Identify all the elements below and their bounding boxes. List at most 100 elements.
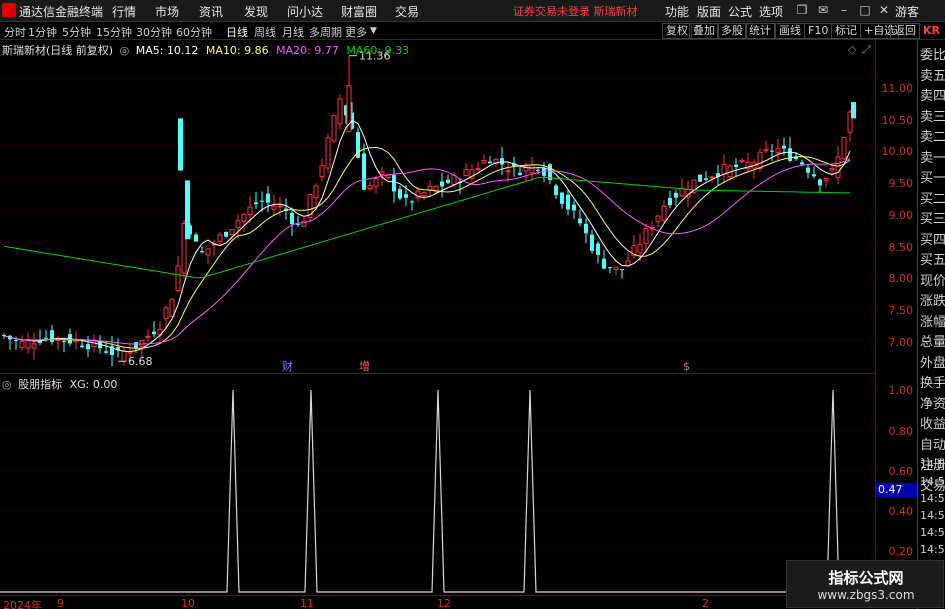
menu-gongshi[interactable]: 公式 xyxy=(728,3,752,20)
candle-body xyxy=(194,234,198,242)
period-1min[interactable]: 1分钟 xyxy=(28,24,57,40)
duogu-button[interactable]: 多股 xyxy=(717,23,747,39)
period-multi[interactable]: 多周期 xyxy=(309,24,342,40)
candle-body xyxy=(331,115,337,142)
sidebar-item[interactable]: 买一 xyxy=(920,167,945,186)
minimize-icon[interactable]: – xyxy=(836,2,852,18)
candle-body xyxy=(62,340,66,342)
candle-body xyxy=(325,137,331,169)
settings-icon[interactable]: ◎ xyxy=(120,44,130,57)
indicator-tick-label: 0.20 xyxy=(888,545,914,558)
sidebar-item[interactable]: 换手 xyxy=(920,372,945,391)
sidebar-item[interactable]: 买二 xyxy=(920,188,945,207)
indicator-tick-label: 1.00 xyxy=(888,384,914,397)
corner-label: KR xyxy=(923,24,940,37)
candle-body xyxy=(734,164,738,168)
menu-gongneng[interactable]: 功能 xyxy=(665,3,689,20)
guest-label[interactable]: 游客 xyxy=(895,3,919,20)
candle-body xyxy=(169,298,175,317)
candle-body xyxy=(145,335,151,338)
current-value-badge: 0.47 xyxy=(876,483,918,497)
back-button[interactable]: 返回 xyxy=(890,23,920,39)
app-logo xyxy=(2,3,16,17)
indicator-tick-label: 0.60 xyxy=(888,465,914,478)
sidebar-item[interactable]: 买四 xyxy=(920,229,945,248)
menu-shichang[interactable]: 市场 xyxy=(155,3,179,20)
ma5-label: MA5: 10.12 xyxy=(135,44,199,57)
candle-body xyxy=(620,269,624,271)
sidebar-item[interactable]: 净资 xyxy=(920,393,945,412)
candle-body xyxy=(427,185,433,191)
candlestick-chart[interactable]: 11.366.68 财增 $ xyxy=(0,40,875,373)
sidebar-item[interactable]: 涨跌 xyxy=(920,290,945,309)
menu-hangqing[interactable]: 行情 xyxy=(112,3,136,20)
period-daily[interactable]: 日线 xyxy=(226,24,248,40)
tick-time: 14:56 xyxy=(920,458,945,471)
period-15min[interactable]: 15分钟 xyxy=(96,24,132,40)
candle-body xyxy=(613,266,619,270)
candle-body xyxy=(373,177,379,187)
candle-body xyxy=(31,343,37,349)
sidebar-item[interactable]: 卖三 xyxy=(920,106,945,125)
window-restore-icon[interactable]: ❐ xyxy=(794,2,810,18)
price-tick-label: 7.50 xyxy=(888,304,914,317)
candle-body xyxy=(655,215,661,223)
diejia-button[interactable]: 叠加 xyxy=(689,23,719,39)
indicator-pane[interactable]: ◎ 股朋指标 XG: 0.00 xyxy=(0,373,875,595)
candle-body xyxy=(277,205,283,208)
sidebar-item[interactable]: 委比 xyxy=(920,44,945,63)
sidebar-item[interactable]: 卖一 xyxy=(920,147,945,166)
candle-body xyxy=(668,197,672,206)
sidebar-item[interactable]: 卖五 xyxy=(920,65,945,84)
f10-button[interactable]: F10 xyxy=(804,23,833,39)
menu-faxian[interactable]: 发现 xyxy=(244,3,268,20)
price-tick-label: 8.50 xyxy=(888,241,914,254)
event-marker: $ xyxy=(683,360,690,373)
period-fenshi[interactable]: 分时 xyxy=(4,24,26,40)
period-more[interactable]: 更多 xyxy=(345,24,367,40)
settings-icon[interactable]: ◎ xyxy=(2,378,12,391)
sidebar-item[interactable]: 自动 xyxy=(920,434,945,453)
menu-jiaoyi[interactable]: 交易 xyxy=(395,3,419,20)
menu-banmian[interactable]: 版面 xyxy=(697,3,721,20)
huaxian-button[interactable]: 画线 xyxy=(775,23,805,39)
candle-body xyxy=(782,145,786,149)
menu-zixun[interactable]: 资讯 xyxy=(199,3,223,20)
period-5min[interactable]: 5分钟 xyxy=(62,24,91,40)
menu-xuanxiang[interactable]: 选项 xyxy=(759,3,783,20)
close-icon[interactable]: ✕ xyxy=(876,2,892,18)
sidebar-item[interactable]: 收益 xyxy=(920,413,945,432)
price-tick-label: 10.50 xyxy=(881,114,914,127)
chevron-down-icon[interactable]: ▼ xyxy=(370,26,377,36)
biaoji-button[interactable]: 标记 xyxy=(831,23,861,39)
tongji-button[interactable]: 统计 xyxy=(745,23,775,39)
candle-body xyxy=(134,342,138,349)
message-icon[interactable]: ✉ xyxy=(815,2,831,18)
maximize-icon[interactable]: □ xyxy=(857,2,873,18)
sidebar-item[interactable]: 总量 xyxy=(920,331,945,350)
period-weekly[interactable]: 周线 xyxy=(254,24,276,40)
sidebar-item[interactable]: 卖四 xyxy=(920,85,945,104)
expand-icon[interactable]: ⤢ xyxy=(862,43,871,57)
ma10-label: MA10: 9.86 xyxy=(205,44,269,57)
price-chart-pane[interactable]: 11.36 6.68 财增 $ 斯瑞新材(日线 前复权) ◎ MA5: 10.12 M… xyxy=(0,40,875,373)
sidebar-item[interactable]: 买五 xyxy=(920,249,945,268)
candle-body xyxy=(266,193,270,203)
menu-wenxiaoda[interactable]: 问小达 xyxy=(287,3,323,20)
sidebar-item[interactable]: 买三 xyxy=(920,208,945,227)
candle-body xyxy=(398,189,402,199)
sidebar-item[interactable]: 外盘 xyxy=(920,352,945,371)
period-monthly[interactable]: 月线 xyxy=(282,24,304,40)
sidebar-item[interactable]: 卖二 xyxy=(920,126,945,145)
candle-body xyxy=(296,223,300,225)
fuquan-button[interactable]: 复权 xyxy=(662,23,692,39)
indicator-chart[interactable] xyxy=(0,374,875,595)
sidebar-item[interactable]: 涨幅 xyxy=(920,311,945,330)
tick-time: 14:56 xyxy=(920,526,945,539)
menu-caifuquan[interactable]: 财富圈 xyxy=(341,3,377,20)
diamond-icon[interactable]: ◇ xyxy=(848,43,856,56)
period-30min[interactable]: 30分钟 xyxy=(136,24,172,40)
candle-body xyxy=(175,265,181,292)
period-60min[interactable]: 60分钟 xyxy=(176,24,212,40)
sidebar-item[interactable]: 现价 xyxy=(920,270,945,289)
